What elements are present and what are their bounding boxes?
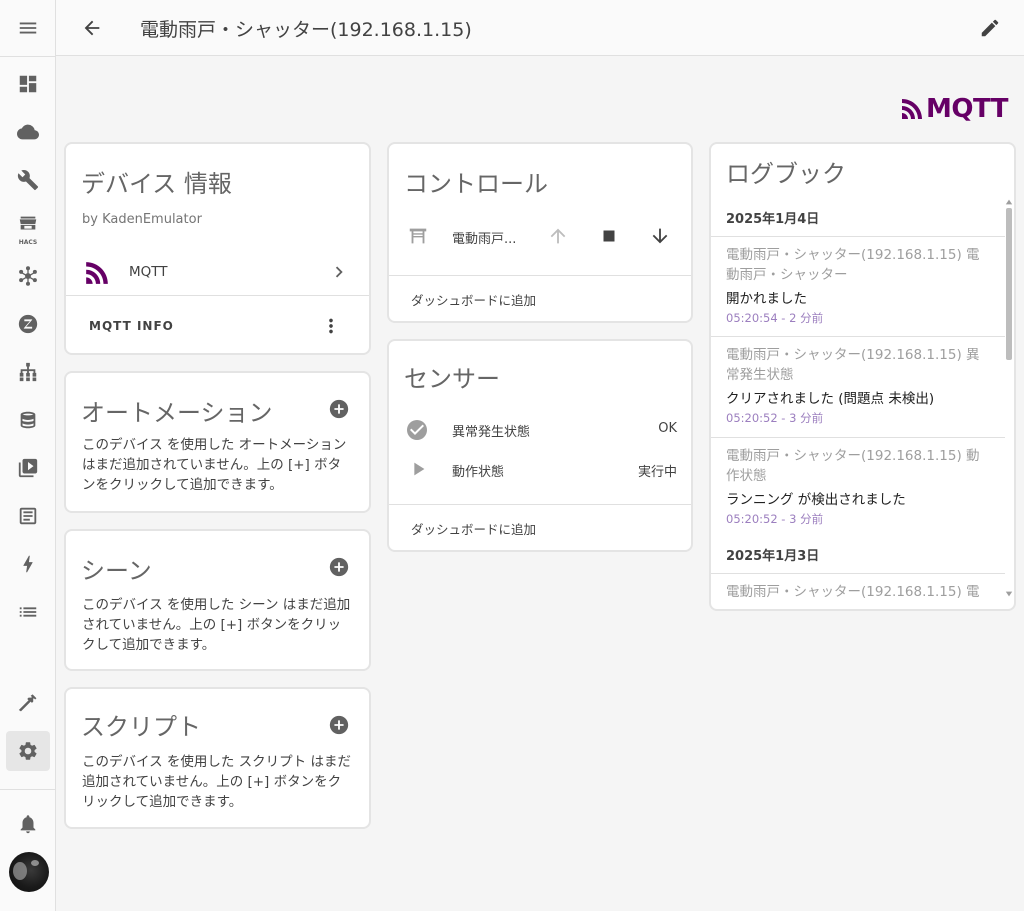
- chevron-right-icon: [335, 266, 343, 278]
- plus-circle-icon: [329, 715, 349, 735]
- integration-name: MQTT: [129, 264, 168, 280]
- dashboard-icon[interactable]: [6, 64, 50, 104]
- gear-icon[interactable]: [6, 731, 50, 771]
- card-divider: [66, 295, 369, 296]
- stop-icon[interactable]: [598, 225, 620, 247]
- shutter-icon: [409, 228, 427, 244]
- cloud-icon[interactable]: [6, 112, 50, 152]
- control-card: コントロール 電動雨戸... ダッシュボードに追加: [387, 142, 693, 323]
- add-script-button[interactable]: [328, 714, 350, 736]
- more-vert-icon[interactable]: [320, 315, 342, 337]
- network-icon[interactable]: [6, 352, 50, 392]
- automation-card: オートメーション このデバイス を使用した オートメーション はまだ追加されてい…: [64, 371, 371, 513]
- log-entity-name: 電動雨戸・シャッター(192.168.1.15) 異常発生状態: [726, 347, 980, 383]
- logbook-icon[interactable]: [6, 496, 50, 536]
- log-entry[interactable]: 電動雨戸・シャッター(192.168.1.15) 電: [711, 573, 1005, 609]
- log-entry[interactable]: 電動雨戸・シャッター(192.168.1.15) 異常発生状態 クリアされました…: [711, 336, 1005, 437]
- pencil-icon: [981, 19, 999, 37]
- arrow-up-icon[interactable]: [547, 225, 569, 247]
- log-date-header: 2025年1月3日: [726, 549, 820, 564]
- page-title: 電動雨戸・シャッター(192.168.1.15): [140, 19, 472, 41]
- play-icon: [414, 462, 425, 476]
- script-empty-text: このデバイス を使用した スクリプト はまだ追加されていません。上の [+] ボ…: [82, 754, 351, 810]
- card-divider: [389, 504, 691, 505]
- scene-empty-text: このデバイス を使用した シーン はまだ追加されていません。上の [+] ボタン…: [82, 597, 351, 653]
- automation-title: オートメーション: [81, 399, 273, 427]
- plus-circle-icon: [329, 557, 349, 577]
- script-title: スクリプト: [81, 713, 201, 741]
- log-entity-name: 電動雨戸・シャッター(192.168.1.15) 電動雨戸・シャッター: [726, 247, 980, 283]
- sensor-value: 実行中: [637, 465, 677, 480]
- edit-button[interactable]: [976, 14, 1004, 42]
- logbook-card: ログブック 2025年1月4日 電動雨戸・シャッター(192.168.1.15)…: [709, 142, 1016, 611]
- sidebar-divider: [0, 56, 56, 57]
- sensor-title: センサー: [404, 365, 500, 393]
- arrow-left-icon: [84, 20, 100, 36]
- logbook-scrollbar[interactable]: [1006, 208, 1012, 360]
- zwave-icon[interactable]: [6, 304, 50, 344]
- hammer-icon[interactable]: [6, 683, 50, 723]
- add-to-dashboard-button[interactable]: ダッシュボードに追加: [411, 519, 536, 538]
- logbook-title: ログブック: [726, 160, 846, 188]
- log-message: クリアされました (問題点 未検出): [726, 391, 935, 407]
- integration-row[interactable]: MQTT: [66, 252, 369, 296]
- log-time: 05:20:54 - 2 分前: [726, 311, 824, 325]
- control-title: コントロール: [404, 170, 548, 198]
- wrench-icon[interactable]: [6, 160, 50, 200]
- sensor-name: 異常発生状態: [452, 425, 531, 440]
- log-entry[interactable]: 電動雨戸・シャッター(192.168.1.15) 電動雨戸・シャッター 開かれま…: [711, 236, 1005, 336]
- log-entity-name: 電動雨戸・シャッター(192.168.1.15) 電: [726, 584, 980, 600]
- user-avatar[interactable]: [9, 852, 49, 892]
- sensor-row[interactable]: 動作状態 実行中: [389, 449, 691, 489]
- log-time: 05:20:52 - 3 分前: [726, 411, 824, 425]
- sensor-card: センサー 異常発生状態 OK 動作状態 実行中 ダッシュボードに追加: [387, 339, 693, 552]
- sensor-row[interactable]: 異常発生状態 OK: [389, 409, 691, 449]
- hacs-store-icon[interactable]: HACS: [6, 208, 50, 248]
- device-manufacturer: by KadenEmulator: [82, 212, 202, 227]
- mqtt-brand-logo: MQTT: [900, 94, 1009, 124]
- bell-icon[interactable]: [6, 804, 50, 844]
- lightning-icon[interactable]: [6, 544, 50, 584]
- mqtt-info-button[interactable]: MQTT INFO: [89, 319, 174, 333]
- cover-entity-name: 電動雨戸...: [452, 232, 517, 247]
- back-button[interactable]: [76, 12, 108, 44]
- mqtt-logo-icon: [86, 262, 108, 284]
- scroll-down-icon[interactable]: [1005, 590, 1013, 598]
- top-app-bar: 電動雨戸・シャッター(192.168.1.15): [56, 0, 1024, 56]
- hacs-label: HACS: [18, 239, 38, 246]
- device-info-title: デバイス 情報: [81, 170, 232, 198]
- script-card: スクリプト このデバイス を使用した スクリプト はまだ追加されていません。上の…: [64, 687, 371, 829]
- media-icon[interactable]: [6, 448, 50, 488]
- check-circle-icon: [407, 420, 427, 440]
- scene-card: シーン このデバイス を使用した シーン はまだ追加されていません。上の [+]…: [64, 529, 371, 671]
- device-info-card: デバイス 情報 by KadenEmulator MQTT MQTT INFO: [64, 142, 371, 355]
- database-icon[interactable]: [6, 400, 50, 440]
- log-date-header: 2025年1月4日: [726, 212, 820, 227]
- card-divider: [389, 275, 691, 276]
- plus-circle-icon: [329, 399, 349, 419]
- sidebar-divider: [0, 789, 56, 790]
- log-entity-name: 電動雨戸・シャッター(192.168.1.15) 動作状態: [726, 448, 980, 484]
- sensor-name: 動作状態: [452, 465, 505, 480]
- sidebar: HACS: [0, 0, 56, 911]
- add-scene-button[interactable]: [328, 556, 350, 578]
- list-icon[interactable]: [6, 592, 50, 632]
- mqtt-logo-text: MQTT: [926, 94, 1009, 124]
- log-time: 05:20:52 - 3 分前: [726, 512, 824, 526]
- sensor-value: OK: [658, 421, 677, 436]
- zigbee-icon[interactable]: [6, 256, 50, 296]
- log-message: 開かれました: [726, 291, 807, 307]
- mqtt-logo-icon: [902, 99, 922, 119]
- automation-empty-text: このデバイス を使用した オートメーション はまだ追加されていません。上の [+…: [82, 437, 347, 493]
- menu-icon[interactable]: [6, 8, 50, 48]
- log-entry[interactable]: 電動雨戸・シャッター(192.168.1.15) 動作状態 ランニング が検出さ…: [711, 437, 1005, 537]
- scroll-up-icon[interactable]: [1005, 198, 1013, 206]
- cover-entity-row[interactable]: 電動雨戸...: [389, 216, 691, 256]
- log-message: ランニング が検出されました: [726, 492, 906, 508]
- add-automation-button[interactable]: [328, 398, 350, 420]
- scene-title: シーン: [81, 557, 152, 585]
- add-to-dashboard-button[interactable]: ダッシュボードに追加: [411, 290, 536, 309]
- arrow-down-icon[interactable]: [649, 225, 671, 247]
